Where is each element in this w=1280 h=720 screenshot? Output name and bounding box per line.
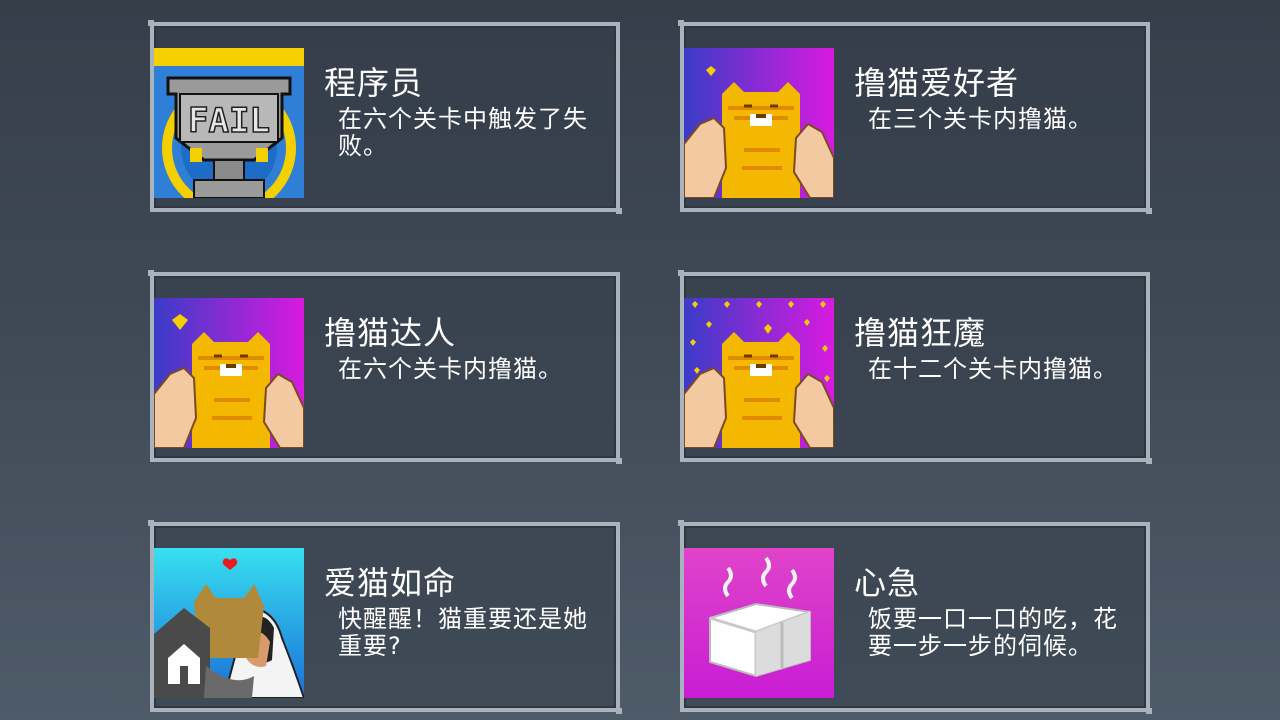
pet-cat-icon	[684, 48, 834, 198]
achievement-card-programmer[interactable]: FAIL 程序员 在六个关卡中触发了失败。	[148, 20, 622, 214]
pet-cat-icon	[154, 298, 304, 448]
achievement-description: 在六个关卡中触发了失败。	[338, 105, 588, 160]
achievement-description: 在十二个关卡内撸猫。	[868, 355, 1118, 383]
achievement-description: 快醒醒！猫重要还是她重要?	[338, 605, 588, 660]
achievement-title: 心急	[854, 564, 921, 602]
achievement-description: 饭要一口一口的吃，花要一步一步的伺候。	[868, 605, 1118, 660]
cat-and-girl-icon	[154, 548, 304, 698]
svg-text:FAIL: FAIL	[188, 101, 270, 141]
achievement-description: 在六个关卡内撸猫。	[338, 355, 563, 383]
steaming-tofu-icon	[684, 548, 834, 698]
achievement-title: 撸猫爱好者	[854, 64, 1020, 102]
achievement-card-cat-lover[interactable]: 撸猫爱好者 在三个关卡内撸猫。	[678, 20, 1152, 214]
achievement-title: 爱猫如命	[324, 564, 457, 602]
achievement-title: 撸猫达人	[324, 314, 457, 352]
achievement-description: 在三个关卡内撸猫。	[868, 105, 1093, 133]
fail-trophy-icon: FAIL	[154, 48, 304, 198]
achievement-title: 程序员	[324, 64, 424, 102]
achievement-card-cat-expert[interactable]: 撸猫达人 在六个关卡内撸猫。	[148, 270, 622, 464]
achievement-card-impatient[interactable]: 心急 饭要一口一口的吃，花要一步一步的伺候。	[678, 520, 1152, 714]
achievement-card-cat-maniac[interactable]: 撸猫狂魔 在十二个关卡内撸猫。	[678, 270, 1152, 464]
achievement-title: 撸猫狂魔	[854, 314, 987, 352]
achievement-card-cat-is-life[interactable]: 爱猫如命 快醒醒！猫重要还是她重要?	[148, 520, 622, 714]
pet-cat-hearts-icon	[684, 298, 834, 448]
